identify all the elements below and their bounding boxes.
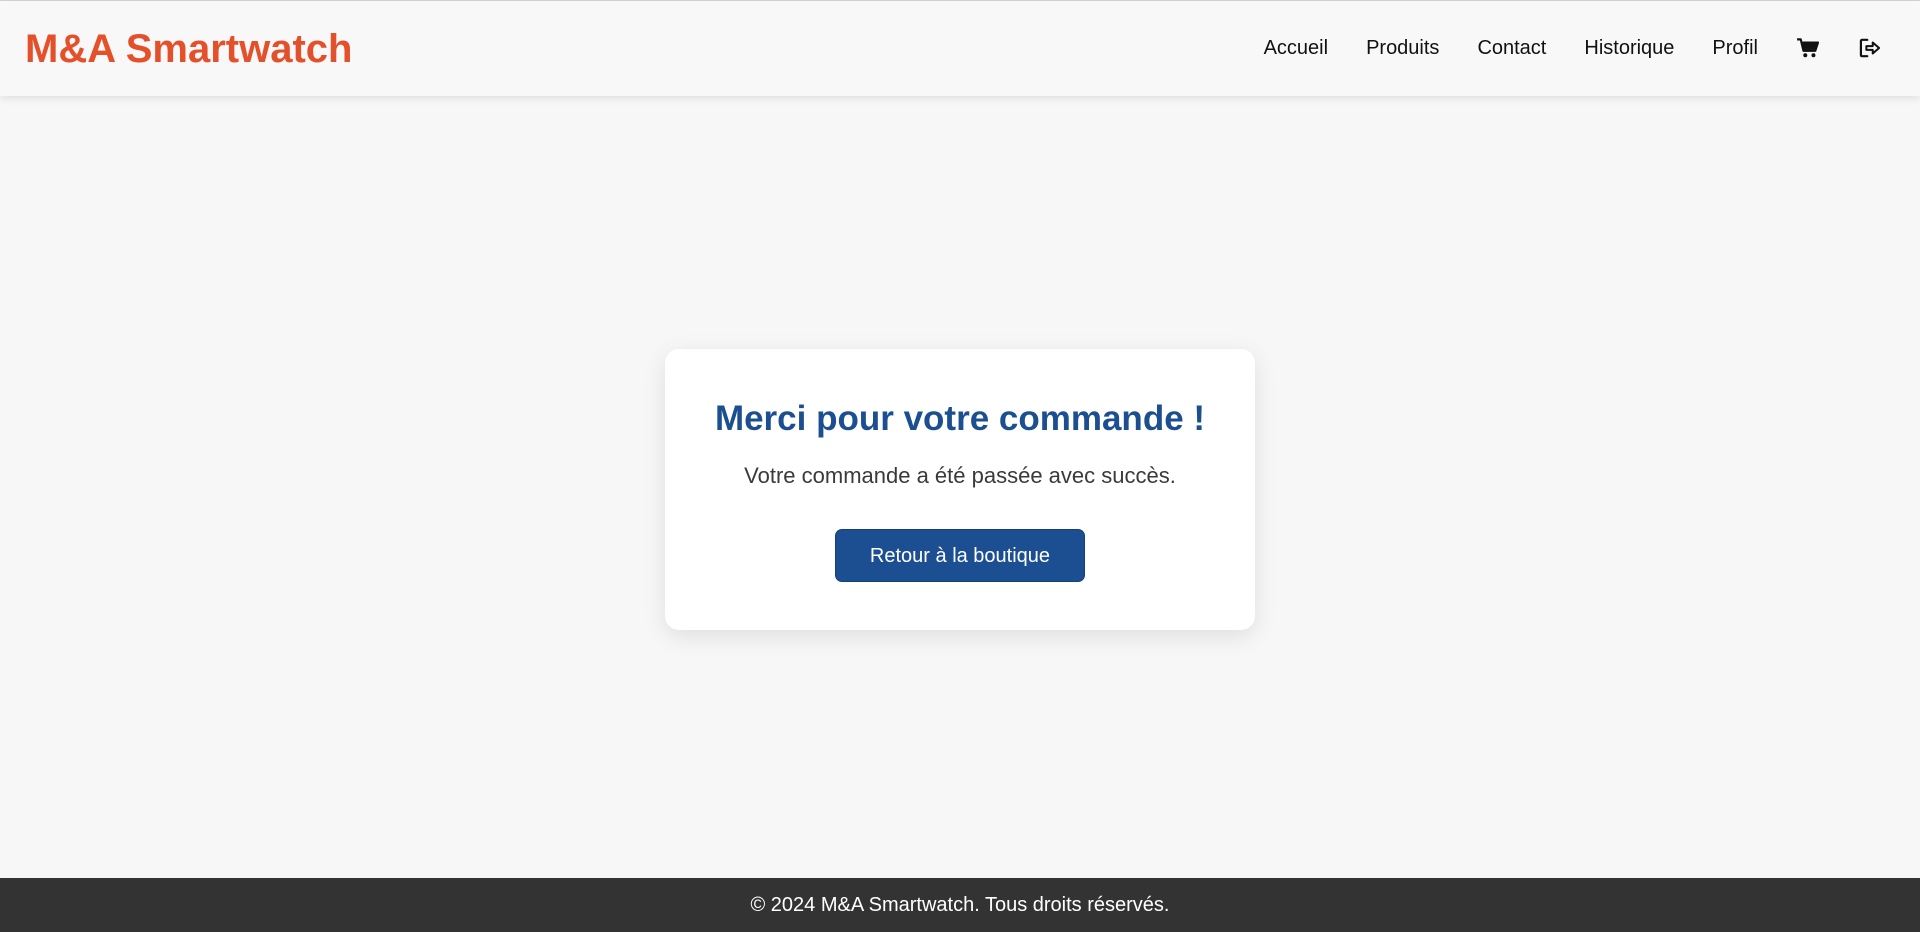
nav-link-historique[interactable]: Historique [1584, 31, 1674, 65]
footer-copyright: © 2024 M&A Smartwatch. Tous droits réser… [750, 894, 1170, 916]
brand-logo[interactable]: M&A Smartwatch [25, 27, 352, 71]
nav-link-accueil[interactable]: Accueil [1264, 31, 1328, 65]
nav-link-profil[interactable]: Profil [1712, 31, 1758, 65]
back-to-shop-button[interactable]: Retour à la boutique [835, 529, 1085, 582]
main-nav: Accueil Produits Contact Historique Prof… [1264, 31, 1882, 65]
main-content: Merci pour votre commande ! Votre comman… [0, 96, 1920, 878]
nav-link-contact[interactable]: Contact [1477, 31, 1546, 65]
navbar: M&A Smartwatch Accueil Produits Contact … [0, 1, 1920, 96]
confirmation-message: Votre commande a été passée avec succès. [744, 463, 1176, 488]
shopping-cart-icon[interactable] [1796, 36, 1820, 60]
sign-out-icon[interactable] [1858, 36, 1882, 60]
nav-link-produits[interactable]: Produits [1366, 31, 1439, 65]
confirmation-title: Merci pour votre commande ! [714, 399, 1206, 438]
footer: © 2024 M&A Smartwatch. Tous droits réser… [0, 878, 1920, 932]
page: M&A Smartwatch Accueil Produits Contact … [0, 0, 1920, 932]
confirmation-card: Merci pour votre commande ! Votre comman… [665, 349, 1255, 630]
